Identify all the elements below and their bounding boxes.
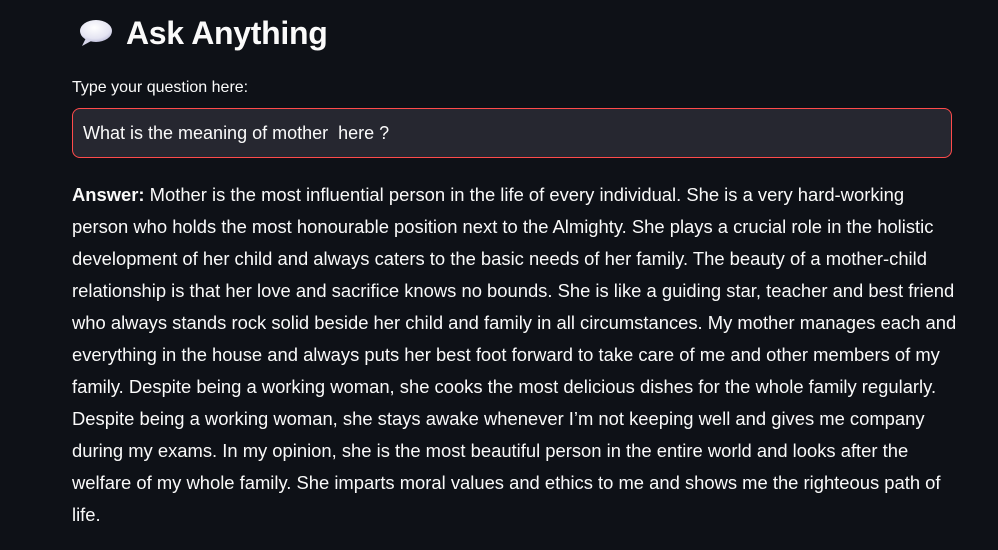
answer-paragraph: Answer: Mother is the most influential p… bbox=[72, 179, 958, 531]
answer-text: Mother is the most influential person in… bbox=[72, 184, 957, 525]
question-input[interactable] bbox=[72, 108, 952, 158]
question-label: Type your question here: bbox=[72, 79, 249, 96]
app-page: Ask Anything Type your question here: An… bbox=[0, 0, 998, 550]
page-title: Ask Anything bbox=[126, 15, 328, 51]
speech-balloon-icon bbox=[78, 18, 114, 48]
answer-label: Answer: bbox=[72, 184, 145, 205]
title-row: Ask Anything bbox=[78, 10, 328, 56]
